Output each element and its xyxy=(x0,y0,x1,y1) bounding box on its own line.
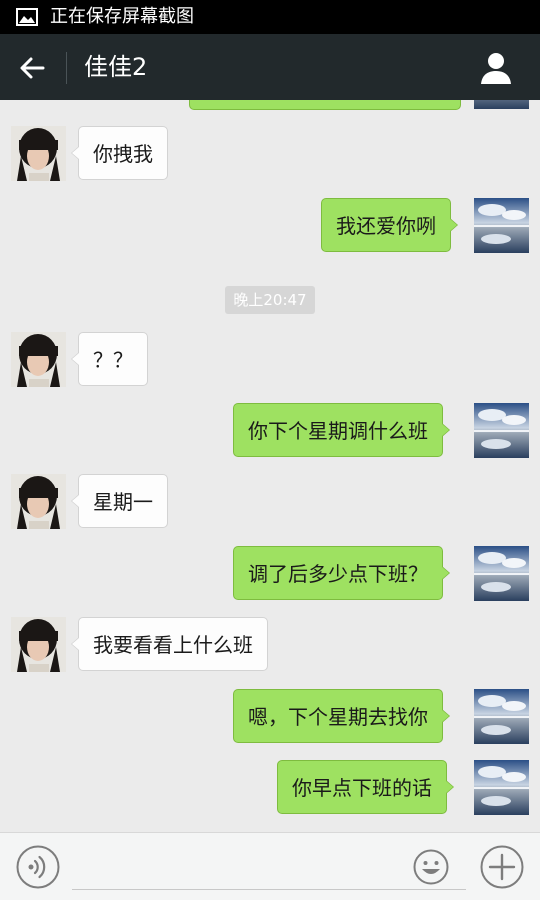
my-avatar[interactable] xyxy=(474,198,529,253)
my-avatar[interactable] xyxy=(474,689,529,744)
message-input[interactable] xyxy=(72,847,466,890)
contact-avatar[interactable] xyxy=(11,617,66,672)
status-bar: 正在保存屏幕截图 xyxy=(0,0,540,34)
my-avatar[interactable] xyxy=(474,403,529,458)
title-divider xyxy=(66,52,67,84)
message-bubble-out[interactable] xyxy=(189,100,461,110)
status-text: 正在保存屏幕截图 xyxy=(50,6,194,27)
message-bubble-in[interactable]: 你拽我 xyxy=(71,126,168,180)
input-bar xyxy=(0,832,540,900)
chat-title: 佳佳2 xyxy=(84,53,148,81)
message-bubble-in[interactable]: 星期一 xyxy=(71,474,168,528)
my-avatar[interactable] xyxy=(474,760,529,815)
plus-icon[interactable] xyxy=(480,845,524,889)
image-icon xyxy=(16,8,38,26)
message-bubble-out[interactable]: 嗯，下个星期去找你 xyxy=(233,689,450,743)
timestamp-label: 晚上20:47 xyxy=(225,286,315,314)
person-icon[interactable] xyxy=(476,50,516,86)
message-bubble-out[interactable]: 调了后多少点下班？ xyxy=(233,546,450,600)
message-bubble-out[interactable]: 你早点下班的话 xyxy=(277,760,454,814)
my-avatar[interactable] xyxy=(474,546,529,601)
message-bubble-in[interactable]: 我要看看上什么班 xyxy=(71,617,268,671)
emoji-icon[interactable] xyxy=(413,849,449,885)
my-avatar[interactable] xyxy=(474,100,529,109)
contact-avatar[interactable] xyxy=(11,332,66,387)
contact-avatar[interactable] xyxy=(11,126,66,181)
title-bar: 佳佳2 xyxy=(0,34,540,100)
voice-icon[interactable] xyxy=(16,845,60,889)
message-bubble-out[interactable]: 你下个星期调什么班 xyxy=(233,403,450,457)
chat-area: 你拽我 我还爱你咧 晚上20:47 ？？ 你下个星期调什么班 星期一 调了后多少… xyxy=(0,100,540,832)
message-bubble-in[interactable]: ？？ xyxy=(71,332,148,386)
back-arrow-icon[interactable] xyxy=(14,50,50,86)
message-bubble-out[interactable]: 我还爱你咧 xyxy=(321,198,458,252)
contact-avatar[interactable] xyxy=(11,474,66,529)
